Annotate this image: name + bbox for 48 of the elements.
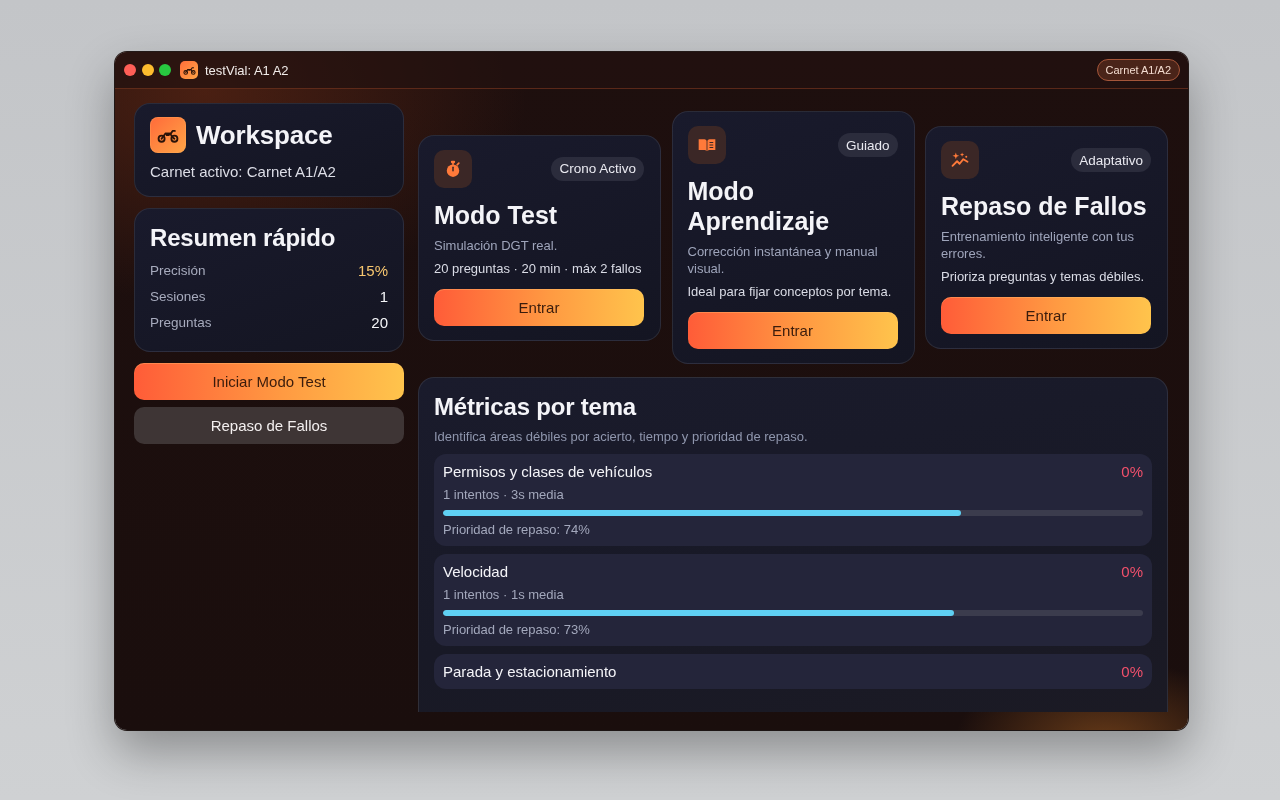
- mode-detail: Ideal para fijar conceptos por tema.: [687, 283, 893, 300]
- topic-score: 0%: [1121, 562, 1143, 582]
- topic-score: 0%: [1121, 462, 1143, 482]
- secondary-button[interactable]: Repaso de Fallos: [134, 407, 404, 444]
- mode-tag: Crono Activo: [551, 156, 644, 181]
- topic-name: Parada y estacionamiento: [443, 662, 617, 682]
- enter-button[interactable]: Entrar: [434, 288, 644, 326]
- window-title: testVial: A1 A2: [205, 62, 289, 78]
- motorcycle-icon: [180, 61, 198, 79]
- enter-button[interactable]: Entrar: [941, 297, 1151, 334]
- stopwatch-icon: [434, 149, 472, 188]
- topic-stats: 1 intentos · 3s media: [443, 486, 565, 504]
- mode-title: Repaso de Fallos: [941, 191, 1148, 221]
- close-button[interactable]: [124, 64, 136, 76]
- topic-name: Permisos y clases de vehículos: [443, 462, 653, 482]
- mode-title: Modo Test: [434, 199, 559, 230]
- topic-name: Velocidad: [443, 562, 509, 582]
- mode-description: Entrenamiento inteligente con tus errores.: [941, 228, 1135, 262]
- sparkle-chart-icon: [941, 141, 979, 179]
- mode-detail: Prioriza preguntas y temas débiles.: [941, 268, 1146, 285]
- zoom-button[interactable]: [159, 64, 171, 76]
- stat-label: Precisión: [150, 262, 206, 278]
- stat-label: Sesiones: [150, 288, 206, 304]
- mode-title: Modo Aprendizaje: [687, 176, 831, 236]
- stat-value: 15%: [357, 261, 388, 279]
- topic-score: 0%: [1121, 662, 1143, 682]
- license-tag: Carnet A1/A2: [1096, 59, 1180, 81]
- book-icon: [687, 126, 726, 164]
- stat-label: Preguntas: [150, 314, 212, 330]
- priority-text: Prioridad de repaso: 73%: [443, 621, 591, 639]
- primary-button[interactable]: Iniciar Modo Test: [134, 363, 404, 400]
- stat-value: 1: [379, 287, 388, 305]
- priority-text: Prioridad de repaso: 74%: [443, 521, 591, 539]
- metrics-subtitle: Identifica áreas débiles por acierto, tiempo y prioridad de repaso.: [434, 428, 809, 446]
- motorcycle-icon: [150, 117, 186, 153]
- mode-description: Corrección instantánea y manual visual.: [687, 243, 879, 277]
- mode-tag: Guiado: [837, 133, 898, 157]
- topic-stats: 1 intentos · 1s media: [443, 586, 565, 604]
- enter-button[interactable]: Entrar: [687, 312, 898, 349]
- metrics-title: Métricas por tema: [434, 392, 638, 422]
- stat-value: 20: [371, 313, 388, 331]
- mode-tag: Adaptativo: [1071, 148, 1151, 172]
- mode-description: Simulación DGT real.: [434, 236, 559, 254]
- active-license-text: Carnet activo: Carnet A1/A2: [150, 162, 337, 182]
- workspace-title: Workspace: [196, 119, 333, 152]
- minimize-button[interactable]: [141, 64, 154, 76]
- mode-detail: 20 preguntas · 20 min · máx 2 fallos: [434, 259, 643, 277]
- summary-title: Resumen rápido: [150, 223, 337, 253]
